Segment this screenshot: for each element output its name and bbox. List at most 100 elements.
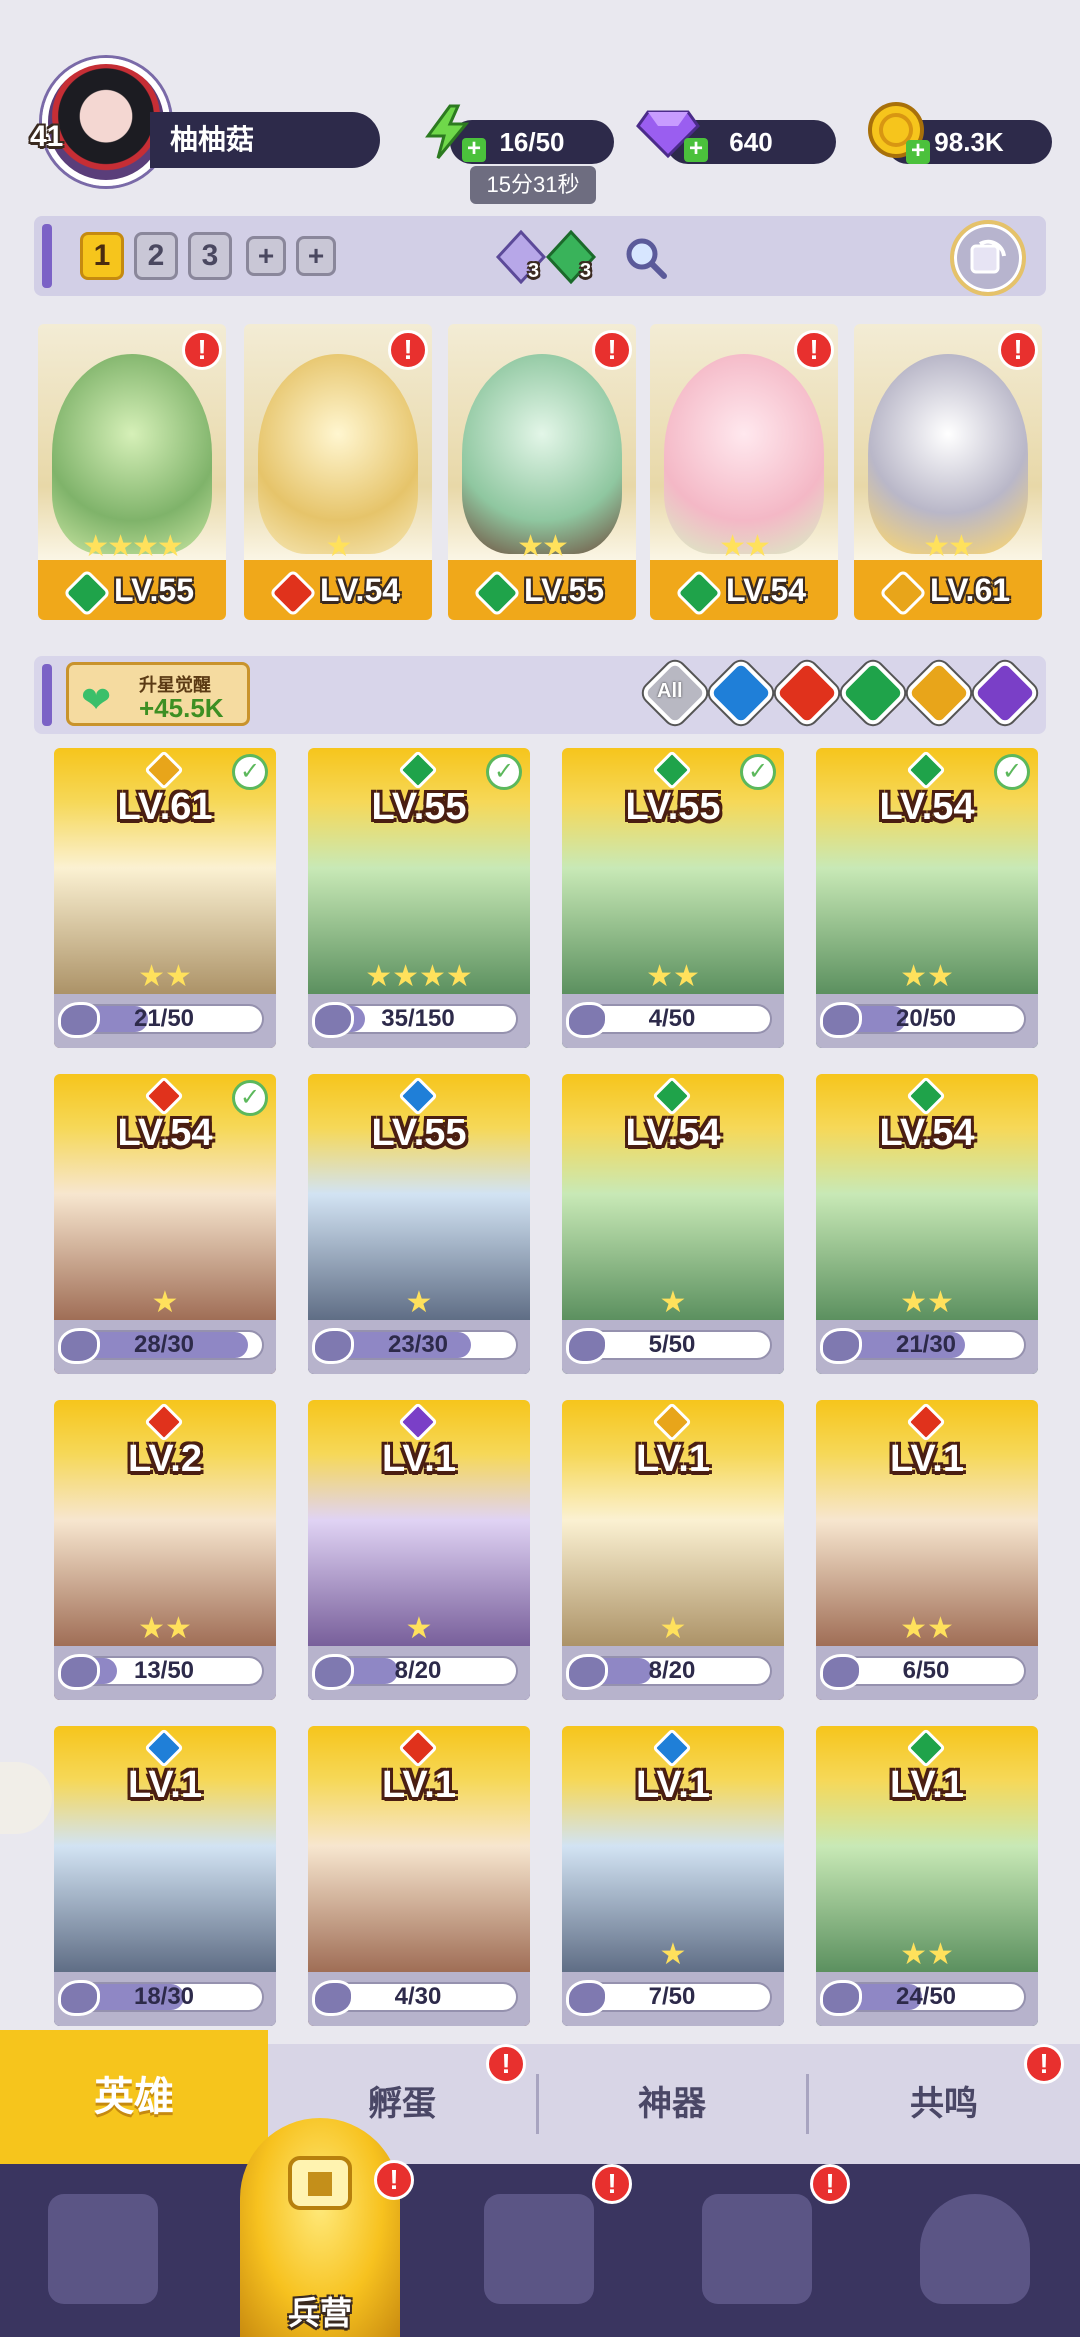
alert-badge: ! [592, 2164, 632, 2204]
hero-card[interactable]: LV.55 ✓ ★★★★ 35/150 [308, 748, 530, 1048]
hero-portrait [462, 354, 622, 554]
hero-card[interactable]: LV.1 4/30 [308, 1726, 530, 2026]
hero-card[interactable]: LV.1 ★★ 24/50 [816, 1726, 1038, 2026]
alert-badge: ! [794, 330, 834, 370]
hero-card[interactable]: LV.54 ✓ ★★ 20/50 [816, 748, 1038, 1048]
alert-badge: ! [1024, 2044, 1064, 2084]
team-hero-card-2[interactable]: ★ LV.54 ! [244, 324, 432, 620]
swap-formation-button[interactable] [950, 220, 1026, 296]
shard-icon [820, 1002, 862, 1038]
nav-temple-icon[interactable] [702, 2194, 812, 2304]
barracks-icon [288, 2156, 352, 2210]
alert-badge: ! [998, 330, 1038, 370]
alert-badge: ! [374, 2160, 414, 2200]
alert-badge: ! [810, 2164, 850, 2204]
gem-count-1: 3 [528, 260, 540, 282]
check-icon: ✓ [486, 754, 522, 790]
hero-stars: ★ [659, 1938, 687, 1971]
shard-icon [820, 1328, 862, 1364]
player-name[interactable]: 柚柚菇 [150, 112, 380, 168]
top-bar: 41 柚柚菇 16/50 + 15分31秒 640 + 98.3K + [0, 0, 1080, 204]
hero-card[interactable]: LV.2 ★★ 13/50 [54, 1400, 276, 1700]
hero-level: LV.54 [117, 1112, 213, 1154]
nav-map-icon[interactable] [484, 2194, 594, 2304]
add-formation-button[interactable]: + [246, 236, 286, 276]
awaken-value: +45.5K [139, 693, 224, 723]
hero-card[interactable]: LV.1 18/30 [54, 1726, 276, 2026]
hero-stars: ★★ [138, 1612, 192, 1645]
add-coin-button[interactable]: + [906, 139, 930, 164]
side-helper-avatar[interactable] [0, 1762, 52, 1834]
hero-card[interactable]: LV.55 ✓ ★★ 4/50 [562, 748, 784, 1048]
tab-heroes[interactable]: 英雄 [0, 2030, 268, 2164]
nav-mushroom-icon[interactable] [920, 2194, 1030, 2304]
hero-portrait [258, 354, 418, 554]
team-hero-level: LV.54 [725, 572, 807, 609]
hero-level: LV.1 [636, 1764, 710, 1806]
check-icon: ✓ [740, 754, 776, 790]
formation-slot-1[interactable]: 1 [80, 232, 124, 280]
hero-level: LV.55 [371, 786, 467, 828]
hero-stars: ★ [659, 1286, 687, 1319]
team-hero-card-4[interactable]: ★★ LV.54 ! [650, 324, 838, 620]
hero-stars: ★★ [900, 1938, 954, 1971]
nav-cards-icon[interactable] [48, 2194, 158, 2304]
add-energy-button[interactable]: + [462, 137, 486, 162]
hero-stars: ★ [659, 1612, 687, 1645]
team-hero-card-5[interactable]: ★★ LV.61 ! [854, 324, 1042, 620]
hero-level: LV.61 [117, 786, 213, 828]
team-hero-card-1[interactable]: ★★★★ LV.55 ! [38, 324, 226, 620]
team-hero-level: LV.55 [523, 572, 605, 609]
filter-all-label: All [657, 680, 683, 702]
hero-level: LV.54 [625, 1112, 721, 1154]
hero-card[interactable]: LV.1 ★ 8/20 [562, 1400, 784, 1700]
hero-level: LV.1 [382, 1438, 456, 1480]
formation-slot-3[interactable]: 3 [188, 232, 232, 280]
alert-badge: ! [182, 330, 222, 370]
swap-icon [970, 239, 1006, 274]
gem-count-2: 3 [580, 260, 592, 282]
team-hero-card-3[interactable]: ★★ LV.55 ! [448, 324, 636, 620]
team-hero-level: LV.54 [319, 572, 401, 609]
energy-timer: 15分31秒 [470, 166, 596, 204]
light-element-icon [878, 568, 928, 618]
hero-stars: ★★ [719, 530, 771, 563]
heart-icon: ❤ [81, 679, 112, 720]
hero-card[interactable]: LV.1 ★ 8/20 [308, 1400, 530, 1700]
alert-badge: ! [486, 2044, 526, 2084]
star-awaken-button[interactable]: ❤ 升星觉醒 +45.5K [66, 662, 250, 726]
formation-slot-2[interactable]: 2 [134, 232, 178, 280]
hero-card[interactable]: LV.1 ★★ 6/50 [816, 1400, 1038, 1700]
hero-card[interactable]: LV.1 ★ 7/50 [562, 1726, 784, 2026]
add-formation-button-2[interactable]: + [296, 236, 336, 276]
section-tabs: 英雄 孵蛋 神器 共鸣 ! ! [0, 2030, 1080, 2164]
tab-artifacts[interactable]: 神器 [538, 2044, 806, 2164]
shard-icon [312, 1002, 354, 1038]
shard-icon [820, 1980, 862, 2016]
shard-icon [312, 1654, 354, 1690]
shard-icon [566, 1328, 608, 1364]
check-icon: ✓ [232, 1080, 268, 1116]
hero-card[interactable]: LV.54 ★ 5/50 [562, 1074, 784, 1374]
team-hero-level: LV.61 [929, 572, 1011, 609]
hero-stars: ★★ [900, 960, 954, 993]
shard-icon [566, 1980, 608, 2016]
add-gem-button[interactable]: + [684, 137, 708, 162]
hero-stars: ★ [151, 1286, 179, 1319]
hero-card[interactable]: LV.61 ✓ ★★ 21/50 [54, 748, 276, 1048]
hero-stars: ★★ [923, 530, 975, 563]
hero-stars: ★★★★ [82, 530, 184, 563]
hero-card[interactable]: LV.54 ★★ 21/30 [816, 1074, 1038, 1374]
wind-element-icon [62, 568, 112, 618]
shard-icon [312, 1328, 354, 1364]
hero-level: LV.55 [371, 1112, 467, 1154]
hero-level: LV.1 [128, 1764, 202, 1806]
alert-badge: ! [592, 330, 632, 370]
fire-element-icon [268, 568, 318, 618]
hero-card[interactable]: LV.54 ✓ ★ 28/30 [54, 1074, 276, 1374]
hero-stars: ★ [325, 530, 353, 563]
search-icon[interactable] [624, 236, 668, 280]
hero-card[interactable]: LV.55 ★ 23/30 [308, 1074, 530, 1374]
shard-icon [58, 1980, 100, 2016]
player-level: 41 [30, 120, 64, 153]
